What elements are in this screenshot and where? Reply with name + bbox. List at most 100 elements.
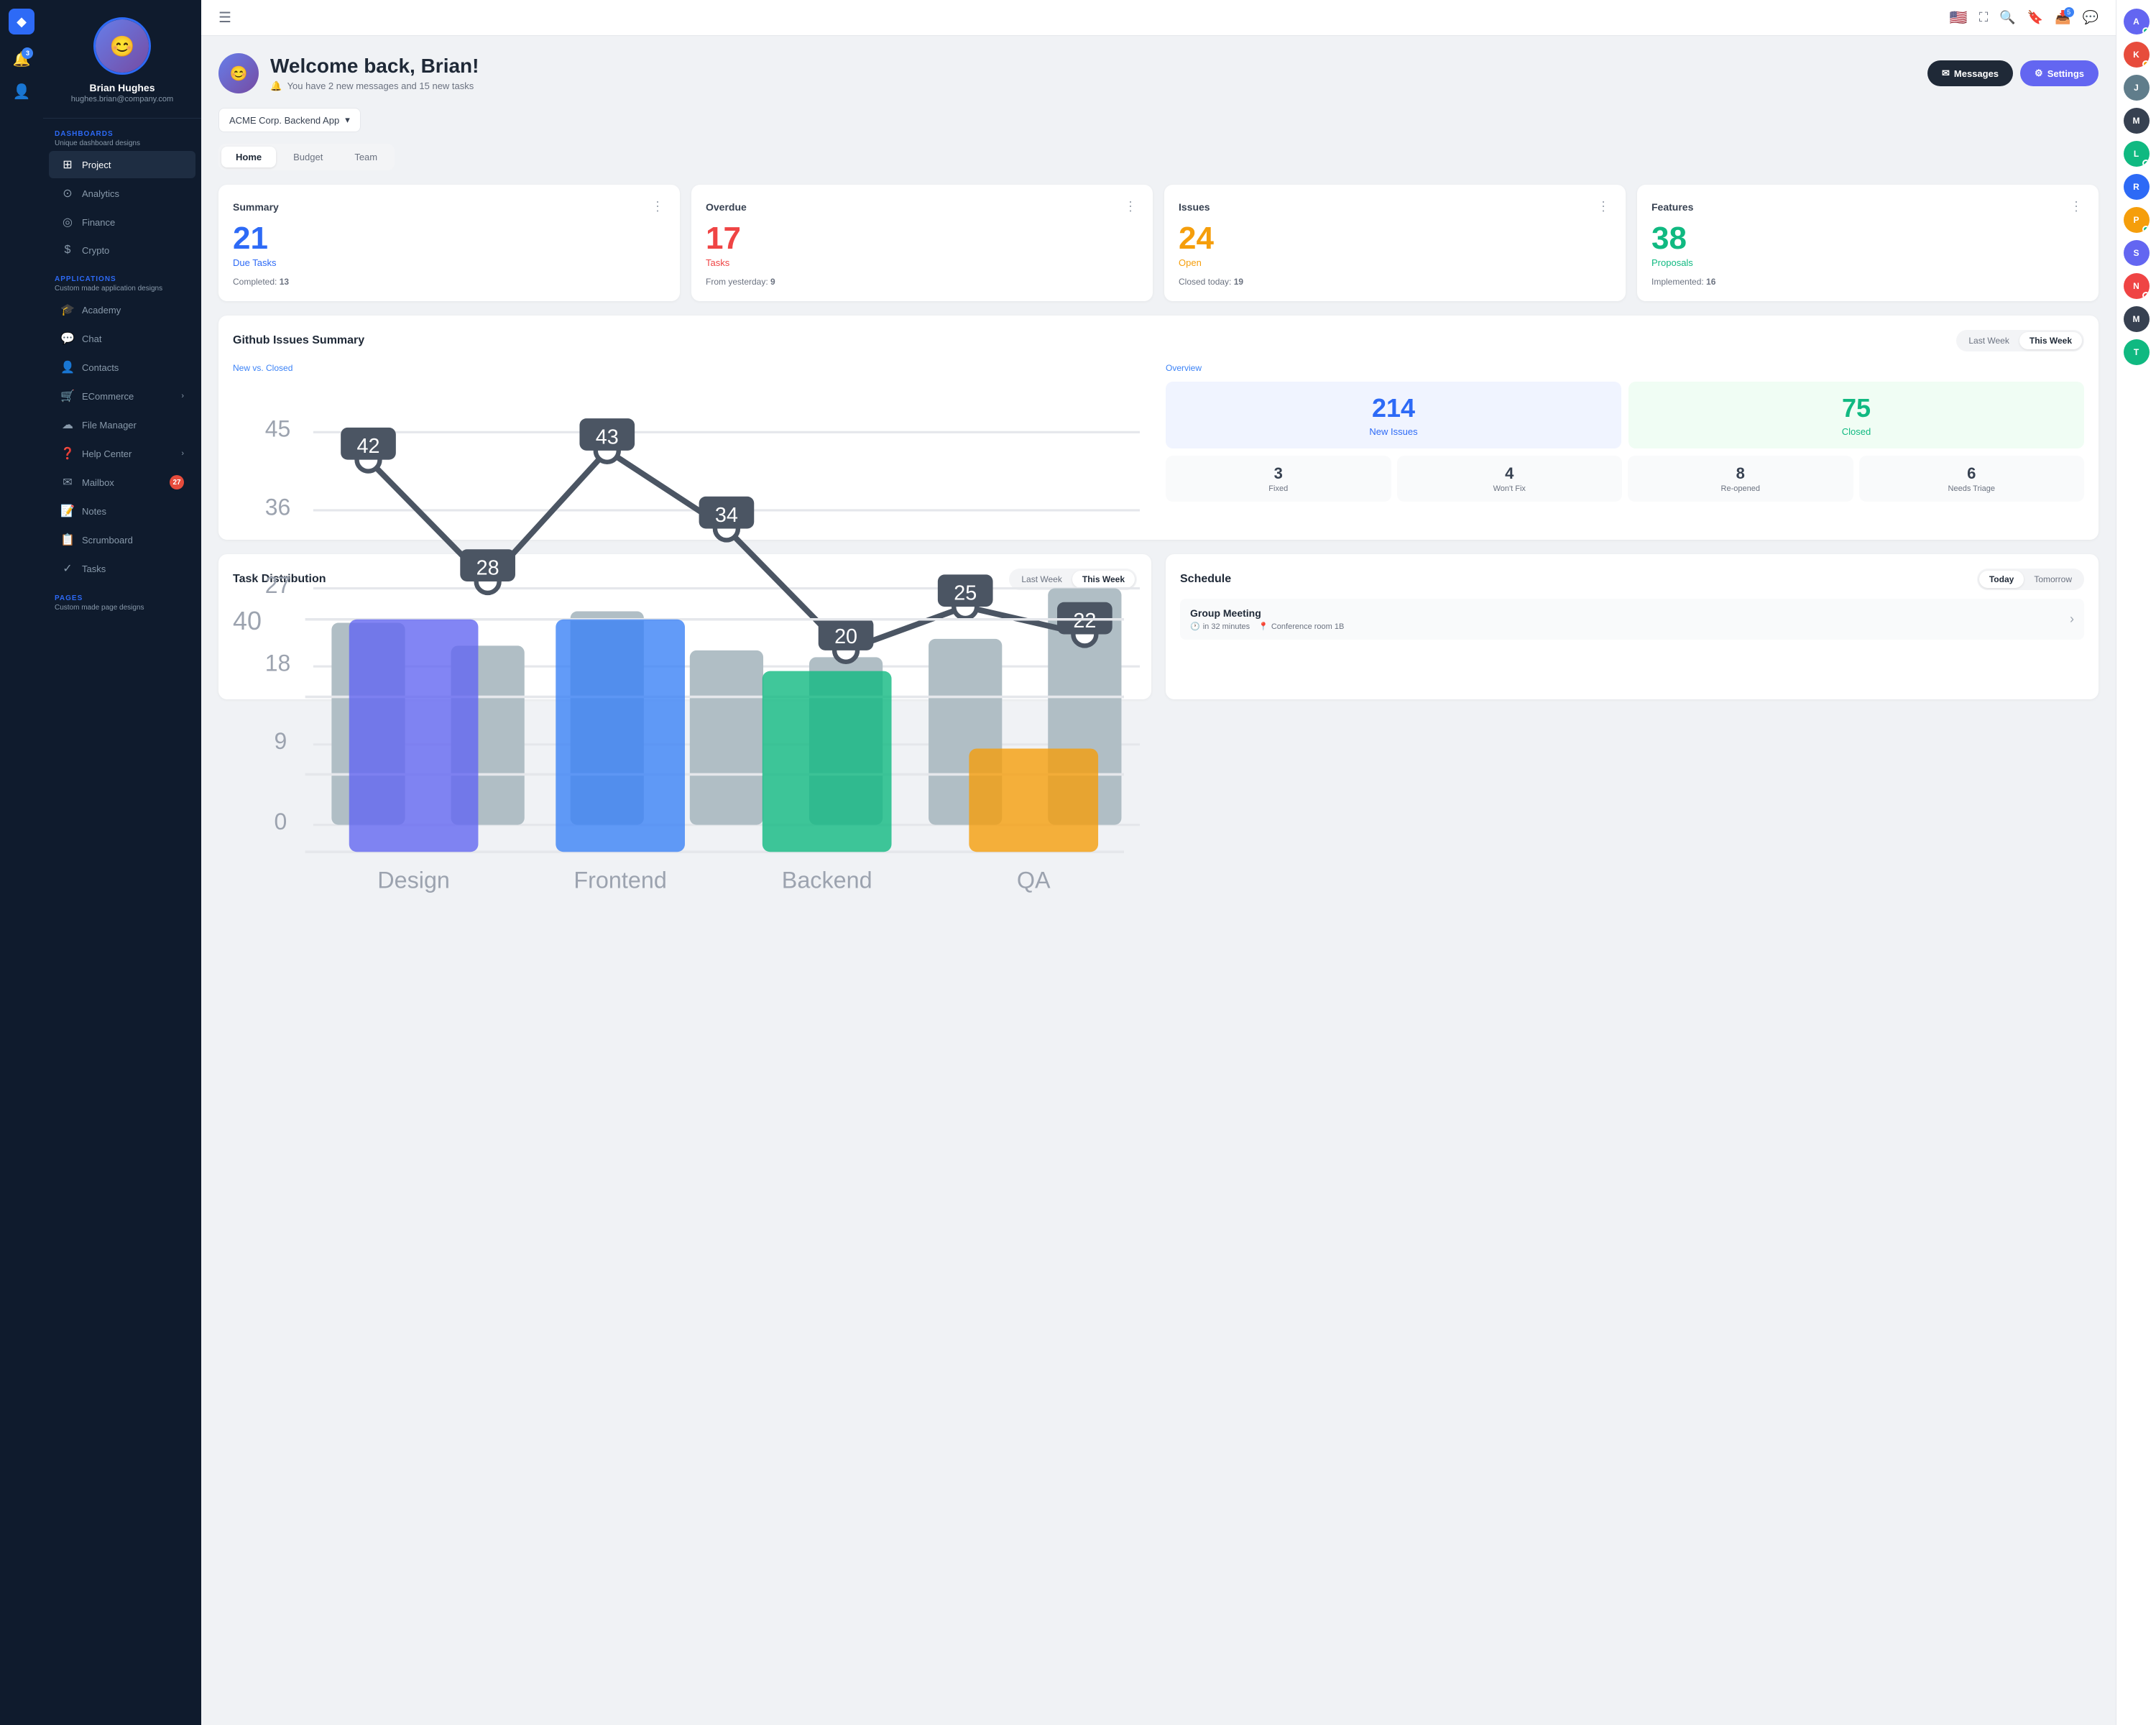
- sidebar-item-mailbox[interactable]: ✉ Mailbox 27: [49, 469, 195, 496]
- page-header-text: Welcome back, Brian! 🔔 You have 2 new me…: [270, 55, 479, 92]
- settings-icon: ⚙: [2035, 68, 2043, 79]
- svg-text:36: 36: [265, 494, 291, 520]
- new-issues-card: 214 New Issues: [1166, 382, 1621, 448]
- content-area: 😊 Welcome back, Brian! 🔔 You have 2 new …: [201, 36, 2116, 1725]
- overview-top: 214 New Issues 75 Closed: [1166, 382, 2084, 448]
- user-icon-button[interactable]: 👤: [9, 78, 35, 105]
- settings-button[interactable]: ⚙ Settings: [2020, 60, 2099, 86]
- search-icon[interactable]: 🔍: [1999, 10, 2015, 25]
- github-toggle: Last Week This Week: [1956, 330, 2084, 351]
- sidebar-item-filemanager[interactable]: ☁ File Manager: [49, 411, 195, 438]
- meeting-chevron[interactable]: ›: [2070, 612, 2074, 627]
- page-header-avatar: 😊: [218, 53, 259, 93]
- svg-text:Design: Design: [377, 868, 450, 893]
- task-dist-svg: 40 Design Frontend: [233, 599, 1137, 908]
- messages-button[interactable]: ✉ Messages: [1927, 60, 2013, 86]
- rp-avatar-6[interactable]: P: [2124, 207, 2150, 233]
- sidebar-item-finance[interactable]: ◎ Finance: [49, 208, 195, 236]
- sidebar: 😊 Brian Hughes hughes.brian@company.com …: [43, 0, 201, 1725]
- features-menu[interactable]: ⋮: [2070, 199, 2084, 214]
- overdue-footer: From yesterday: 9: [706, 277, 1138, 287]
- dashboards-sub: Unique dashboard designs: [55, 139, 190, 147]
- status-badge-1: [2142, 60, 2150, 68]
- reopened-card: 8 Re-opened: [1628, 456, 1853, 502]
- project-icon: ⊞: [60, 157, 75, 172]
- issues-menu[interactable]: ⋮: [1597, 199, 1611, 214]
- page-header: 😊 Welcome back, Brian! 🔔 You have 2 new …: [218, 53, 2099, 93]
- schedule-header: Schedule Today Tomorrow: [1180, 569, 2084, 590]
- sidebar-item-tasks[interactable]: ✓ Tasks: [49, 555, 195, 582]
- overdue-title: Overdue: [706, 201, 747, 213]
- tab-budget[interactable]: Budget: [279, 147, 337, 167]
- sidebar-item-analytics[interactable]: ⊙ Analytics: [49, 180, 195, 207]
- app-selector[interactable]: ACME Corp. Backend App ▾: [218, 108, 361, 132]
- chart-container: 0 9 18 27 36 45: [233, 382, 1151, 525]
- rp-avatar-8[interactable]: N: [2124, 273, 2150, 299]
- applications-sub: Custom made application designs: [55, 285, 190, 293]
- sidebar-item-label: Finance: [82, 217, 115, 228]
- today-button[interactable]: Today: [1979, 571, 2024, 588]
- tab-team[interactable]: Team: [340, 147, 392, 167]
- notification-button[interactable]: 🔔 3: [9, 46, 35, 73]
- sidebar-item-scrumboard[interactable]: 📋 Scrumboard: [49, 526, 195, 553]
- sidebar-item-crypto[interactable]: $ Crypto: [49, 237, 195, 263]
- status-badge-0: [2142, 27, 2150, 34]
- logo-icon[interactable]: ◆: [9, 9, 34, 34]
- inbox-icon[interactable]: 📥 5: [2055, 10, 2070, 25]
- rp-avatar-1[interactable]: K: [2124, 42, 2150, 68]
- svg-text:42: 42: [357, 435, 380, 458]
- meeting-item: Group Meeting 🕐 in 32 minutes 📍 Conferen…: [1180, 599, 2084, 640]
- rp-avatar-4[interactable]: L: [2124, 141, 2150, 167]
- sidebar-item-label: Help Center: [82, 448, 132, 459]
- meeting-info: Group Meeting 🕐 in 32 minutes 📍 Conferen…: [1190, 607, 1344, 631]
- tomorrow-button[interactable]: Tomorrow: [2024, 571, 2082, 588]
- issues-label: Open: [1179, 257, 1611, 268]
- summary-footer: Completed: 13: [233, 277, 665, 287]
- sidebar-item-academy[interactable]: 🎓 Academy: [49, 296, 195, 323]
- tab-home[interactable]: Home: [221, 147, 276, 167]
- rp-avatar-7[interactable]: S: [2124, 240, 2150, 266]
- app-selector-chevron: ▾: [345, 114, 350, 126]
- fixed-label: Fixed: [1174, 484, 1383, 493]
- rp-avatar-0[interactable]: A: [2124, 9, 2150, 34]
- hamburger-icon[interactable]: ☰: [218, 9, 231, 27]
- sidebar-item-chat[interactable]: 💬 Chat: [49, 325, 195, 352]
- overdue-label: Tasks: [706, 257, 1138, 268]
- flag-icon[interactable]: 🇺🇸: [1950, 9, 1968, 27]
- summary-menu[interactable]: ⋮: [651, 199, 665, 214]
- chat-icon[interactable]: 💬: [2083, 10, 2099, 25]
- expand-icon[interactable]: ⛶: [1979, 10, 1989, 25]
- schedule-section: Schedule Today Tomorrow Group Meeting 🕐 …: [1166, 554, 2099, 699]
- right-panel: A K J M L R P S N M T: [2116, 0, 2156, 1725]
- svg-text:43: 43: [596, 426, 619, 448]
- this-week-button[interactable]: This Week: [2019, 332, 2082, 349]
- helpcenter-icon: ❓: [60, 446, 75, 461]
- avatar-image: 😊: [96, 19, 149, 73]
- svg-text:45: 45: [265, 416, 291, 442]
- features-footer: Implemented: 16: [1651, 277, 2084, 287]
- tasks-icon: ✓: [60, 561, 75, 576]
- app-selector-label: ACME Corp. Backend App: [229, 115, 339, 126]
- rp-avatar-2[interactable]: J: [2124, 75, 2150, 101]
- crypto-icon: $: [60, 244, 75, 257]
- sidebar-item-label: Academy: [82, 305, 121, 316]
- sidebar-item-contacts[interactable]: 👤 Contacts: [49, 354, 195, 381]
- overdue-menu[interactable]: ⋮: [1124, 199, 1138, 214]
- bookmark-icon[interactable]: 🔖: [2027, 10, 2043, 25]
- notes-icon: 📝: [60, 504, 75, 518]
- rp-avatar-9[interactable]: M: [2124, 306, 2150, 332]
- sidebar-item-project[interactable]: ⊞ Project: [49, 151, 195, 178]
- issues-title: Issues: [1179, 201, 1210, 213]
- rp-avatar-3[interactable]: M: [2124, 108, 2150, 134]
- last-week-button[interactable]: Last Week: [1958, 332, 2019, 349]
- sidebar-item-helpcenter[interactable]: ❓ Help Center ›: [49, 440, 195, 467]
- sidebar-item-ecommerce[interactable]: 🛒 ECommerce ›: [49, 382, 195, 410]
- rp-avatar-5[interactable]: R: [2124, 174, 2150, 200]
- meeting-location-text: Conference room 1B: [1271, 622, 1345, 631]
- stat-card-overdue: Overdue ⋮ 17 Tasks From yesterday: 9: [691, 185, 1153, 301]
- rp-avatar-10[interactable]: T: [2124, 339, 2150, 365]
- status-badge-6: [2142, 226, 2150, 233]
- schedule-title: Schedule: [1180, 573, 1231, 586]
- page-header-left: 😊 Welcome back, Brian! 🔔 You have 2 new …: [218, 53, 479, 93]
- sidebar-item-notes[interactable]: 📝 Notes: [49, 497, 195, 525]
